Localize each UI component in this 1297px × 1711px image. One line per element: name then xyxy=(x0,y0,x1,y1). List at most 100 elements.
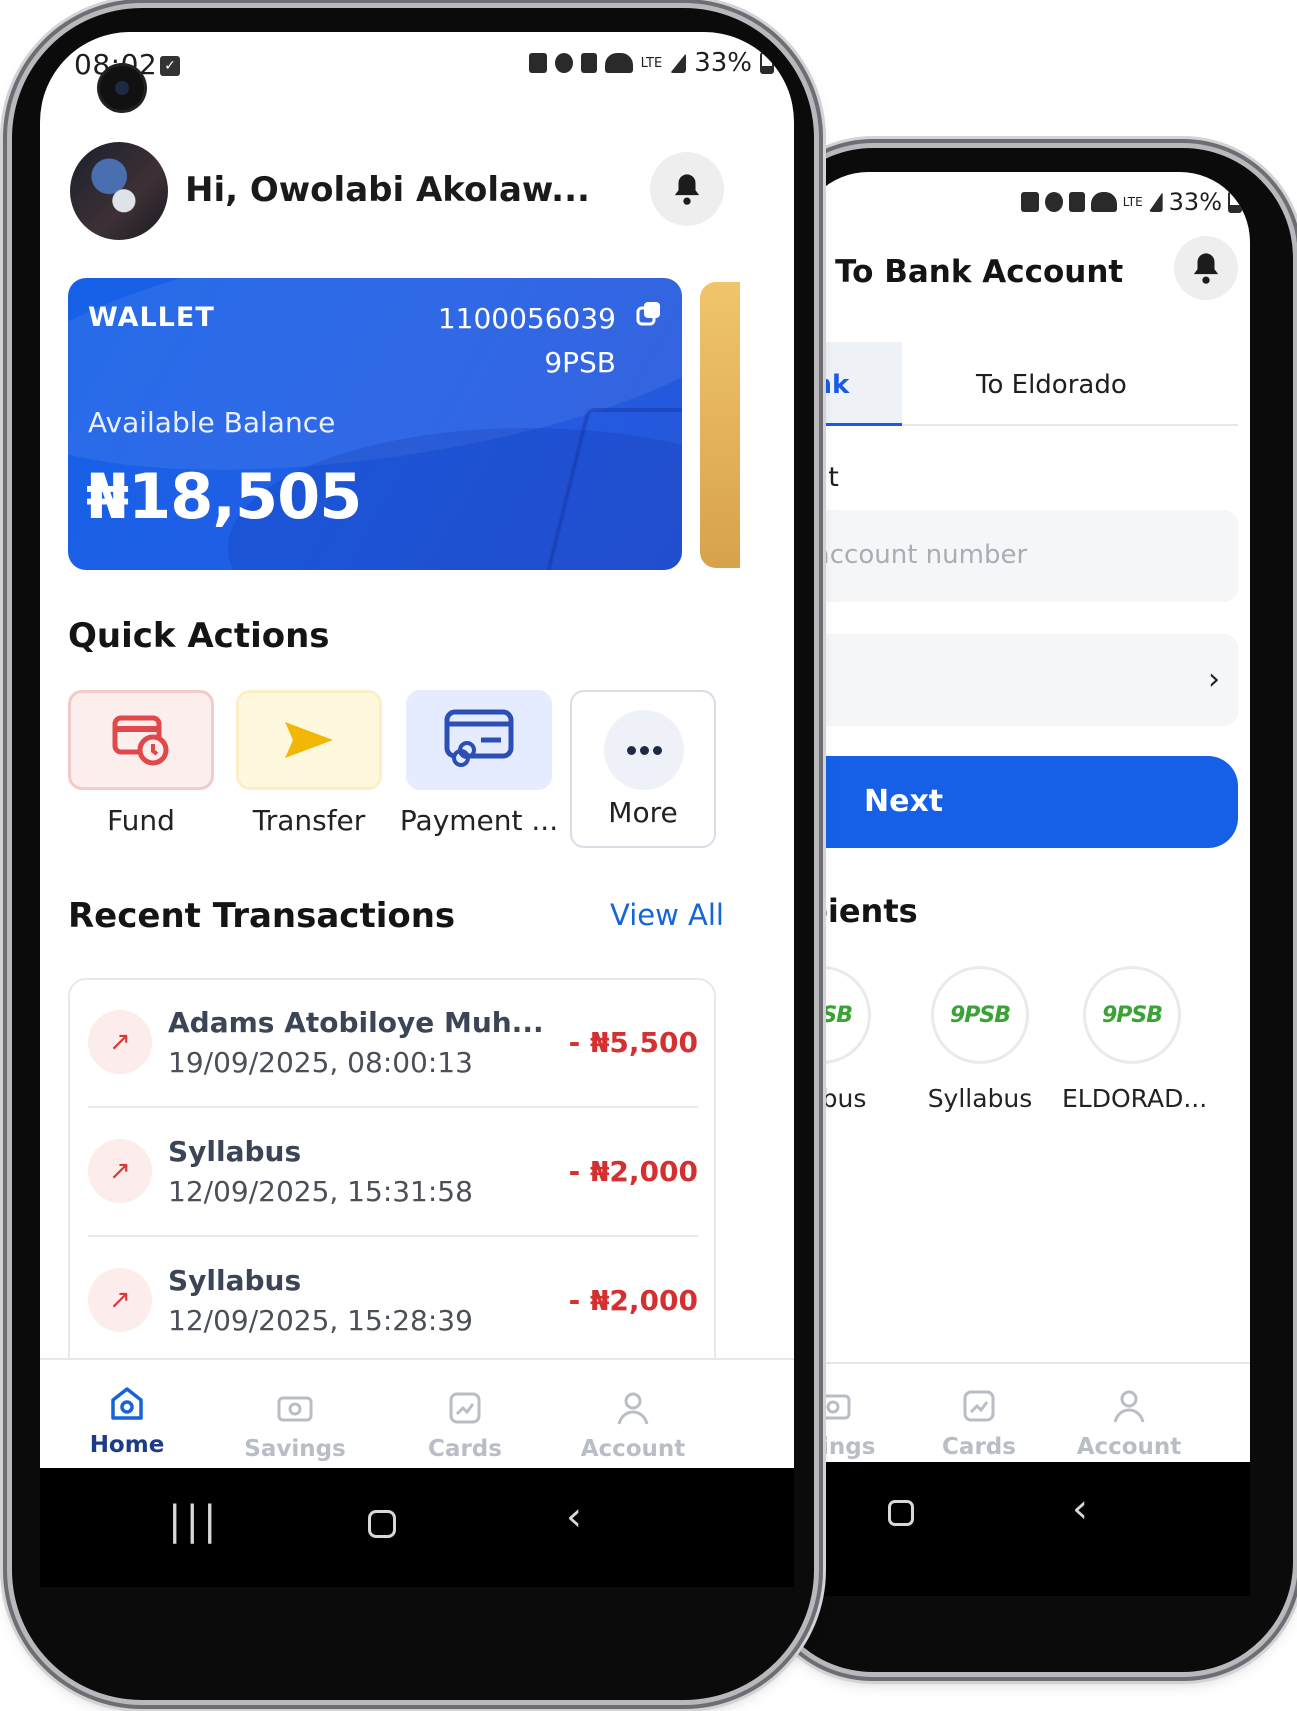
wallet-label: WALLET xyxy=(88,302,215,333)
transaction-row[interactable]: ↗ Syllabus 12/09/2025, 15:31:58 - ₦2,000 xyxy=(88,1109,698,1237)
transaction-row[interactable]: ↗ Adams Atobiloye Muh... 19/09/2025, 08:… xyxy=(88,980,698,1108)
front-phone: 08:02 ✓ LTE 33% Hi, Owolabi Akolaw... WA xyxy=(12,8,814,1700)
bank-select[interactable]: › xyxy=(798,634,1238,726)
nav-cards[interactable]: Cards xyxy=(904,1386,1054,1460)
cards-icon xyxy=(449,1392,481,1424)
send-icon xyxy=(285,722,333,758)
nav-label: Cards xyxy=(428,1436,502,1462)
wifi-icon xyxy=(604,53,633,73)
outgoing-arrow-icon: ↗ xyxy=(88,1139,152,1203)
divider xyxy=(88,1106,698,1108)
transfer-button[interactable] xyxy=(236,690,382,790)
transactions-list: ↗ Adams Atobiloye Muh... 19/09/2025, 08:… xyxy=(68,978,716,1398)
logo-text: 9PSB xyxy=(1101,1002,1163,1028)
back-phone: LTE 33% er To Bank Account ank To Eldora… xyxy=(763,148,1293,1672)
avatar[interactable] xyxy=(70,142,168,240)
recipient-item[interactable]: 9PSB ELDORAD... xyxy=(1062,966,1208,1113)
home-system-button[interactable] xyxy=(368,1510,396,1538)
transaction-amount: - ₦2,000 xyxy=(568,1155,698,1188)
tab-to-eldorado[interactable]: To Eldorado xyxy=(976,370,1127,400)
transaction-amount: - ₦2,000 xyxy=(568,1284,698,1317)
nav-savings[interactable]: Savings xyxy=(210,1388,380,1462)
notification-button[interactable] xyxy=(650,152,724,226)
recipient-item[interactable]: 9PSB Syllabus xyxy=(910,966,1050,1113)
wifi-icon xyxy=(1090,192,1117,212)
transfer-screen: LTE 33% er To Bank Account ank To Eldora… xyxy=(798,172,1250,1596)
home-system-button[interactable] xyxy=(888,1500,914,1526)
next-card-preview[interactable] xyxy=(700,282,740,568)
more-label: More xyxy=(608,796,678,829)
nav-label: Home xyxy=(89,1432,165,1458)
home-screen: 08:02 ✓ LTE 33% Hi, Owolabi Akolaw... WA xyxy=(40,32,794,1587)
recent-transactions-title: Recent Transactions xyxy=(68,896,456,936)
notification-button[interactable] xyxy=(1174,236,1238,300)
transaction-name: Syllabus xyxy=(168,1264,302,1297)
bottom-nav: avings Cards Account xyxy=(798,1362,1250,1462)
page-title: er To Bank Account xyxy=(798,254,1124,290)
mute-icon xyxy=(1068,192,1085,212)
divider xyxy=(88,1235,698,1237)
more-button[interactable]: More xyxy=(570,690,716,848)
recent-recipients-title: ipients xyxy=(798,892,918,930)
notification-check-icon: ✓ xyxy=(160,56,180,76)
status-icons: LTE 33% xyxy=(528,48,774,78)
signal-icon xyxy=(1148,192,1163,212)
transaction-date: 12/09/2025, 15:28:39 xyxy=(168,1304,473,1337)
battery-percent: 33% xyxy=(1168,188,1222,216)
front-camera xyxy=(100,66,144,110)
back-system-button[interactable]: ‹ xyxy=(566,1494,582,1540)
payment-label: Payment ... xyxy=(399,804,559,837)
status-bar: 08:02 ✓ LTE 33% xyxy=(40,32,794,102)
recipient-name: Syllabus xyxy=(927,1084,1033,1113)
transaction-row[interactable]: ↗ Syllabus 12/09/2025, 15:28:39 - ₦2,000 xyxy=(88,1238,698,1366)
nav-savings[interactable]: avings xyxy=(798,1386,908,1460)
wallet-card[interactable]: WALLET 1100056039 9PSB Available Balance… xyxy=(68,278,682,570)
nav-cards[interactable]: Cards xyxy=(380,1388,550,1462)
transfer-label: Transfer xyxy=(252,804,366,837)
recents-system-button[interactable]: ||| xyxy=(168,1498,220,1544)
system-nav-bar: ‹ xyxy=(798,1462,1250,1596)
lte-icon: LTE xyxy=(1122,195,1143,209)
alarm-icon xyxy=(1044,192,1063,212)
nav-account[interactable]: Account xyxy=(548,1388,718,1462)
nav-label: Account xyxy=(580,1436,686,1462)
next-button[interactable]: Next xyxy=(798,756,1238,848)
nav-label: Cards xyxy=(942,1434,1016,1460)
transaction-date: 12/09/2025, 15:31:58 xyxy=(168,1175,473,1208)
copy-icon[interactable] xyxy=(636,300,662,326)
bill-payment-icon xyxy=(444,709,514,767)
savings-icon xyxy=(815,1394,851,1420)
nav-account[interactable]: Account xyxy=(1054,1386,1204,1460)
recipient-name: ELDORAD... xyxy=(1062,1084,1208,1113)
account-number: 1100056039 xyxy=(437,302,616,335)
back-system-button[interactable]: ‹ xyxy=(1072,1486,1088,1532)
status-bar: LTE 33% xyxy=(798,172,1250,242)
fund-button[interactable] xyxy=(68,690,214,790)
lte-icon: LTE xyxy=(640,55,663,71)
account-number-input[interactable]: s account number xyxy=(798,510,1238,602)
sim-icon xyxy=(528,53,547,73)
transaction-name: Adams Atobiloye Muh... xyxy=(168,1006,544,1039)
account-number-placeholder: s account number xyxy=(798,540,1028,570)
next-label: Next xyxy=(864,784,944,819)
account-icon xyxy=(617,1392,649,1425)
battery-percent: 33% xyxy=(694,48,752,78)
payment-button[interactable] xyxy=(406,690,552,790)
transaction-amount: - ₦5,500 xyxy=(568,1026,698,1059)
view-all-link[interactable]: View All xyxy=(610,898,724,932)
nav-home[interactable]: Home xyxy=(42,1384,212,1458)
more-dots-icon xyxy=(604,710,684,790)
bell-icon xyxy=(674,174,700,205)
nav-label: Account xyxy=(1076,1434,1182,1460)
home-icon xyxy=(111,1387,143,1420)
logo-text: 9PSB xyxy=(949,1002,1011,1028)
nav-label: avings xyxy=(798,1434,876,1460)
fund-label: Fund xyxy=(107,804,175,837)
cards-icon xyxy=(963,1390,995,1422)
battery-icon xyxy=(1228,191,1242,213)
signal-icon xyxy=(670,53,687,73)
account-icon xyxy=(1113,1390,1145,1423)
outgoing-arrow-icon: ↗ xyxy=(88,1268,152,1332)
psb-logo-icon: 9PSB xyxy=(931,966,1029,1064)
available-balance-label: Available Balance xyxy=(88,406,336,439)
